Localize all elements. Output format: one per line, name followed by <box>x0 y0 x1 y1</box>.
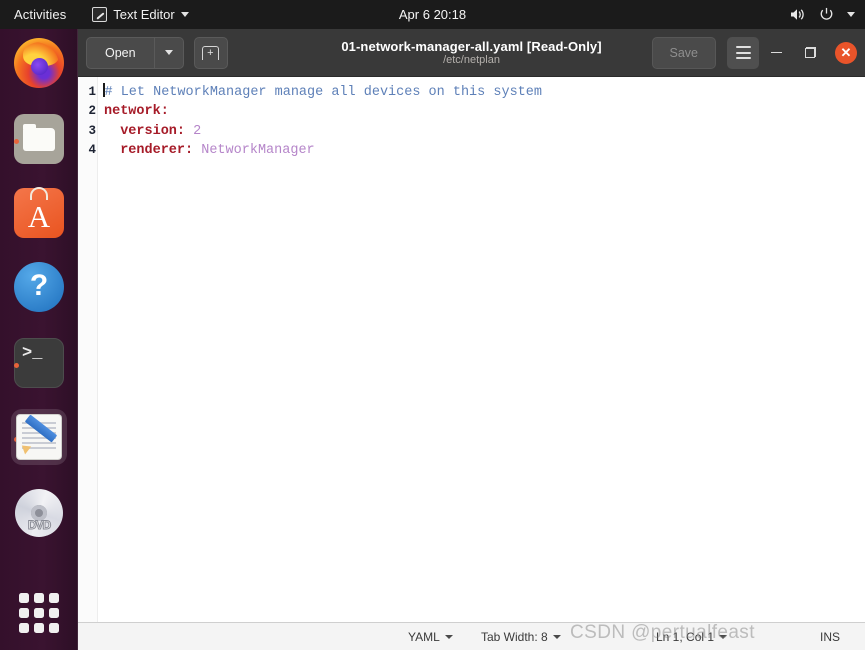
line-number: 2 <box>88 104 96 119</box>
running-indicator <box>14 139 19 144</box>
code-token-punct: : <box>185 143 194 159</box>
chevron-down-icon <box>164 50 173 55</box>
chevron-down-icon <box>552 634 561 639</box>
dock-item-terminal[interactable]: >_ <box>11 335 67 391</box>
chevron-down-icon <box>719 634 728 639</box>
line-number: 3 <box>88 123 96 138</box>
chevron-down-icon <box>180 12 189 17</box>
maximize-icon <box>804 47 816 58</box>
window-header-bar: Open + 01-network-manager-all.yaml [Read… <box>78 29 865 77</box>
running-indicator <box>14 363 19 368</box>
new-tab-plus-icon: + <box>202 45 220 60</box>
dock-item-ubuntu-software[interactable]: A <box>11 185 67 241</box>
hamburger-menu-icon[interactable] <box>727 36 759 69</box>
open-recent-dropdown-button[interactable] <box>153 36 184 69</box>
gnome-top-bar: Activities Text Editor Apr 6 20:18 <box>0 0 865 29</box>
activities-button[interactable]: Activities <box>0 7 78 22</box>
language-selector[interactable]: YAML <box>408 630 453 644</box>
dock-item-files[interactable] <box>11 111 67 167</box>
tab-width-label: Tab Width: 8 <box>481 629 548 644</box>
ubuntu-software-icon: A <box>14 187 64 238</box>
text-editor-window: Open + 01-network-manager-all.yaml [Read… <box>78 29 865 650</box>
software-letter: A <box>27 199 51 234</box>
dvd-label: DVD <box>27 518 51 533</box>
cursor-position-selector[interactable]: Ln 1, Col 1 <box>656 629 728 644</box>
language-label: YAML <box>408 629 440 644</box>
dock-item-dvd-drive[interactable]: DVD <box>11 485 67 541</box>
line-number-gutter: 1 2 3 4 <box>78 77 98 622</box>
help-icon: ? <box>14 262 64 312</box>
maximize-button[interactable] <box>793 36 827 70</box>
chevron-down-icon <box>444 634 453 639</box>
minimize-button[interactable] <box>759 36 793 70</box>
apps-grid-icon <box>19 593 59 633</box>
code-token-key: version <box>120 123 177 139</box>
insert-mode-indicator: INS <box>820 630 840 644</box>
terminal-icon: >_ <box>14 338 64 388</box>
chevron-down-icon[interactable] <box>847 12 855 17</box>
text-editor-icon <box>17 415 61 459</box>
code-token-comment: # Let NetworkManager manage all devices … <box>104 85 542 100</box>
code-line: version: 2 <box>104 122 865 141</box>
status-bar: YAML Tab Width: 8 Ln 1, Col 1 INS <box>78 622 865 650</box>
dvd-icon: DVD <box>15 489 63 537</box>
volume-icon <box>791 9 804 20</box>
code-line: renderer: NetworkManager <box>104 141 865 160</box>
ubuntu-dock: A ? >_ DVD <box>0 29 78 650</box>
open-button[interactable]: Open <box>86 36 154 69</box>
code-line: network: <box>104 102 865 121</box>
dock-item-text-editor[interactable] <box>11 409 67 465</box>
line-number: 1 <box>88 85 96 99</box>
app-menu-button[interactable]: Text Editor <box>78 7 189 22</box>
code-token-punct: : <box>176 123 186 139</box>
dock-item-firefox[interactable] <box>11 35 67 91</box>
app-menu-label: Text Editor <box>113 7 175 22</box>
show-applications-button[interactable] <box>11 585 67 641</box>
code-token-key: renderer <box>120 143 186 159</box>
code-token-val: 2 <box>193 123 202 139</box>
code-editor[interactable]: 1 2 3 4 # Let NetworkManager manage all dev… <box>78 77 865 622</box>
close-button[interactable]: ✕ <box>835 41 857 64</box>
save-button[interactable]: Save <box>651 36 716 69</box>
text-editor-icon <box>92 7 108 22</box>
system-tray[interactable] <box>790 7 855 22</box>
line-number: 4 <box>88 143 96 158</box>
dock-item-help[interactable]: ? <box>11 259 67 315</box>
code-token-val: NetworkManager <box>201 143 315 159</box>
header-right-group: Save ✕ <box>651 36 857 70</box>
code-line: # Let NetworkManager manage all devices … <box>103 83 865 102</box>
firefox-icon <box>14 38 64 88</box>
minimize-icon <box>770 51 782 54</box>
cursor-position-label: Ln 1, Col 1 <box>656 629 715 644</box>
files-icon <box>14 114 64 164</box>
new-tab-button[interactable]: + <box>193 36 228 69</box>
code-token-punct: : <box>160 104 169 120</box>
insert-mode-label: INS <box>820 629 841 644</box>
header-left-group: Open + <box>86 36 228 69</box>
code-text-area[interactable]: # Let NetworkManager manage all devices … <box>98 77 865 622</box>
tab-width-selector[interactable]: Tab Width: 8 <box>481 630 561 644</box>
code-token-key: network <box>104 104 161 120</box>
power-icon <box>820 7 833 20</box>
